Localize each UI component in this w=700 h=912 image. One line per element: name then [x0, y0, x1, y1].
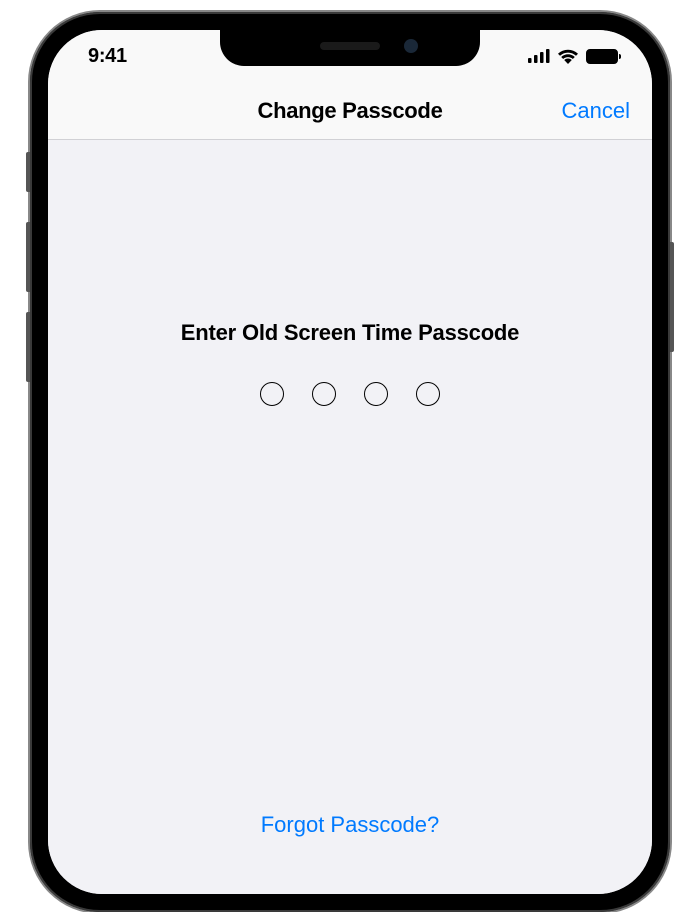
forgot-passcode-link[interactable]: Forgot Passcode? [261, 812, 440, 838]
device-frame: 9:41 [30, 12, 670, 912]
passcode-prompt: Enter Old Screen Time Passcode [181, 320, 519, 346]
nav-bar: Change Passcode Cancel [48, 82, 652, 140]
screen: 9:41 [48, 30, 652, 894]
mute-switch [26, 152, 30, 192]
device-notch [220, 26, 480, 66]
passcode-dot [416, 382, 440, 406]
content-area: Enter Old Screen Time Passcode Forgot Pa… [48, 140, 652, 894]
battery-icon [586, 49, 618, 64]
cancel-button[interactable]: Cancel [562, 98, 630, 124]
passcode-dot [312, 382, 336, 406]
wifi-icon [557, 48, 579, 64]
cellular-signal-icon [528, 49, 550, 63]
volume-up-button [26, 222, 30, 292]
status-icons [528, 48, 618, 64]
speaker [320, 42, 380, 50]
nav-title: Change Passcode [257, 98, 442, 124]
passcode-dot [260, 382, 284, 406]
passcode-input[interactable] [260, 382, 440, 406]
status-time: 9:41 [88, 45, 127, 68]
device-bezel: 9:41 [44, 26, 656, 898]
passcode-dot [364, 382, 388, 406]
volume-down-button [26, 312, 30, 382]
power-button [670, 242, 674, 352]
front-camera [404, 39, 418, 53]
